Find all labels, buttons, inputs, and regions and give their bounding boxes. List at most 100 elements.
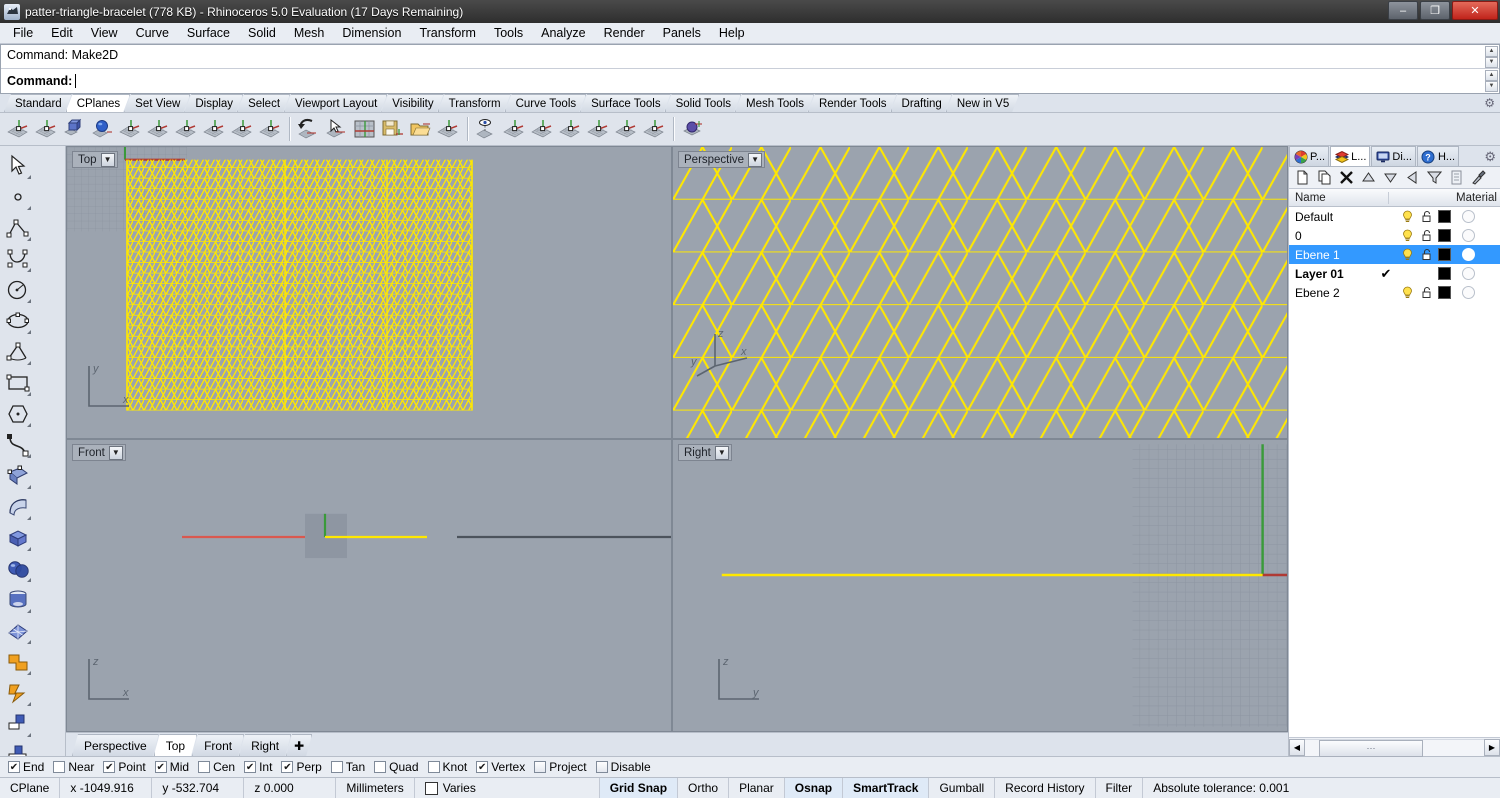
cplane-elevation-icon[interactable]: [33, 116, 61, 143]
layer-color-swatch[interactable]: [1438, 229, 1460, 242]
right-viewport[interactable]: Right ▼ z y: [672, 439, 1288, 732]
command-scroll-up-icon[interactable]: ▲: [1485, 46, 1498, 57]
layer-row[interactable]: Default: [1289, 207, 1500, 226]
scroll-thumb[interactable]: ⋯: [1319, 739, 1423, 757]
layer-visibility-bulb-icon[interactable]: [1397, 229, 1417, 242]
osnap-tan[interactable]: Tan: [330, 760, 371, 774]
front-viewport-dropdown-icon[interactable]: ▼: [108, 445, 123, 460]
cplane-surface-icon[interactable]: [89, 116, 117, 143]
boolean-union-icon[interactable]: [2, 646, 33, 677]
osnap-quad[interactable]: Quad: [374, 760, 424, 774]
arc-icon[interactable]: [2, 336, 33, 367]
toolbar-tab-render-tools[interactable]: Render Tools: [808, 94, 897, 112]
status-toggle-gumball[interactable]: Gumball: [929, 777, 996, 798]
command-scroll-down-icon[interactable]: ▼: [1485, 57, 1498, 68]
menu-item-mesh[interactable]: Mesh: [285, 24, 334, 42]
cplane-render-icon[interactable]: [679, 116, 707, 143]
status-toggle-filter[interactable]: Filter: [1096, 777, 1144, 798]
osnap-checkbox-knot[interactable]: [427, 761, 440, 773]
cplane-next-arrow-icon[interactable]: [641, 116, 669, 143]
osnap-checkbox-vertex[interactable]: ✔: [476, 761, 489, 773]
osnap-checkbox-near[interactable]: [53, 761, 66, 773]
cplane-perpendicular-curve-icon[interactable]: [145, 116, 173, 143]
cplane-prev-arrow-icon[interactable]: [613, 116, 641, 143]
toolbar-options-gear-icon[interactable]: ⚙: [1484, 96, 1495, 110]
osnap-checkbox-project[interactable]: [534, 761, 547, 773]
menu-item-help[interactable]: Help: [710, 24, 754, 42]
osnap-checkbox-point[interactable]: ✔: [103, 761, 116, 773]
surface-sweep-icon[interactable]: [2, 491, 33, 522]
layer-color-swatch[interactable]: [1438, 210, 1460, 223]
menu-item-curve[interactable]: Curve: [127, 24, 178, 42]
status-cplane[interactable]: CPlane: [0, 777, 61, 798]
cplane-view-icon[interactable]: [473, 116, 501, 143]
menu-item-view[interactable]: View: [82, 24, 127, 42]
perspective-viewport-label[interactable]: Perspective ▼: [678, 151, 766, 168]
perspective-viewport-dropdown-icon[interactable]: ▼: [748, 152, 763, 167]
layer-visibility-bulb-icon[interactable]: [1397, 248, 1417, 261]
cylinder-solid-icon[interactable]: [2, 584, 33, 615]
menu-item-edit[interactable]: Edit: [42, 24, 82, 42]
cplane-export-icon[interactable]: [435, 116, 463, 143]
menu-item-dimension[interactable]: Dimension: [333, 24, 410, 42]
panel-tab-properties-color-wheel[interactable]: P...: [1289, 146, 1330, 166]
status-units[interactable]: Millimeters: [336, 777, 415, 798]
layer-material-swatch[interactable]: [1460, 286, 1500, 299]
front-viewport-label[interactable]: Front ▼: [72, 444, 126, 461]
osnap-knot[interactable]: Knot: [427, 760, 474, 774]
osnap-near[interactable]: Near: [53, 760, 100, 774]
status-toggle-planar[interactable]: Planar: [729, 777, 785, 798]
layer-lock-icon[interactable]: [1417, 248, 1438, 261]
top-viewport[interactable]: Top ▼ y x: [66, 146, 672, 439]
toolbar-tab-mesh-tools[interactable]: Mesh Tools: [735, 94, 814, 112]
toolbar-tab-cplanes[interactable]: CPlanes: [66, 94, 130, 112]
toolbar-tab-surface-tools[interactable]: Surface Tools: [580, 94, 670, 112]
layer-row[interactable]: Layer 01 ✔: [1289, 264, 1500, 283]
layer-column-name[interactable]: Name: [1289, 191, 1389, 204]
layer-row[interactable]: Ebene 1: [1289, 245, 1500, 264]
layer-color-swatch[interactable]: [1438, 267, 1460, 280]
layer-lock-icon[interactable]: [1417, 286, 1438, 299]
cplane-save-icon[interactable]: [379, 116, 407, 143]
cplane-named-icon[interactable]: [585, 116, 613, 143]
command-line-down-icon[interactable]: ▼: [1485, 81, 1498, 92]
status-toggle-ortho[interactable]: Ortho: [678, 777, 730, 798]
toolbar-tab-select[interactable]: Select: [237, 94, 290, 112]
layer-name[interactable]: Default: [1289, 210, 1375, 224]
mesh-plane-icon[interactable]: [2, 615, 33, 646]
osnap-checkbox-cen[interactable]: [198, 761, 211, 773]
cplane-object-icon[interactable]: [61, 116, 89, 143]
panel-tab-layers[interactable]: L...: [1330, 146, 1371, 166]
layer-lock-icon[interactable]: [1417, 210, 1438, 223]
layer-visibility-bulb-icon[interactable]: [1397, 210, 1417, 223]
box-solid-icon[interactable]: [2, 522, 33, 553]
cplane-set-icon[interactable]: [501, 116, 529, 143]
status-toggle-smarttrack[interactable]: SmartTrack: [843, 777, 930, 798]
layer-material-swatch[interactable]: [1460, 248, 1500, 261]
toolbar-tab-new-in-v5[interactable]: New in V5: [946, 94, 1019, 112]
cplane-previous-icon[interactable]: [557, 116, 585, 143]
scroll-track[interactable]: ⋯: [1305, 738, 1484, 757]
minimize-button[interactable]: –: [1388, 1, 1418, 20]
layer-column-material[interactable]: Material: [1452, 192, 1500, 204]
toolbar-tab-visibility[interactable]: Visibility: [381, 94, 443, 112]
ellipse-icon[interactable]: [2, 305, 33, 336]
status-toggle-osnap[interactable]: Osnap: [784, 777, 844, 798]
command-line[interactable]: Command: ▲ ▼: [1, 69, 1499, 93]
layer-name[interactable]: Ebene 2: [1289, 286, 1375, 300]
layer-color-swatch[interactable]: [1438, 248, 1460, 261]
perspective-viewport[interactable]: Perspective ▼ z y x: [672, 146, 1288, 439]
control-point-curve-icon[interactable]: [2, 243, 33, 274]
layer-material-swatch[interactable]: [1460, 229, 1500, 242]
layer-name[interactable]: 0: [1289, 229, 1375, 243]
close-button[interactable]: ✕: [1452, 1, 1498, 20]
layer-visibility-bulb-icon[interactable]: [1397, 286, 1417, 299]
layer-row[interactable]: Ebene 2: [1289, 283, 1500, 302]
cplane-undo-icon[interactable]: [295, 116, 323, 143]
osnap-mid[interactable]: ✔ Mid: [154, 760, 195, 774]
osnap-disable[interactable]: Disable: [595, 760, 657, 774]
menu-item-tools[interactable]: Tools: [485, 24, 532, 42]
panel-options-gear-icon[interactable]: ⚙: [1484, 148, 1496, 166]
osnap-end[interactable]: ✔ End: [8, 760, 50, 774]
right-viewport-dropdown-icon[interactable]: ▼: [714, 445, 729, 460]
